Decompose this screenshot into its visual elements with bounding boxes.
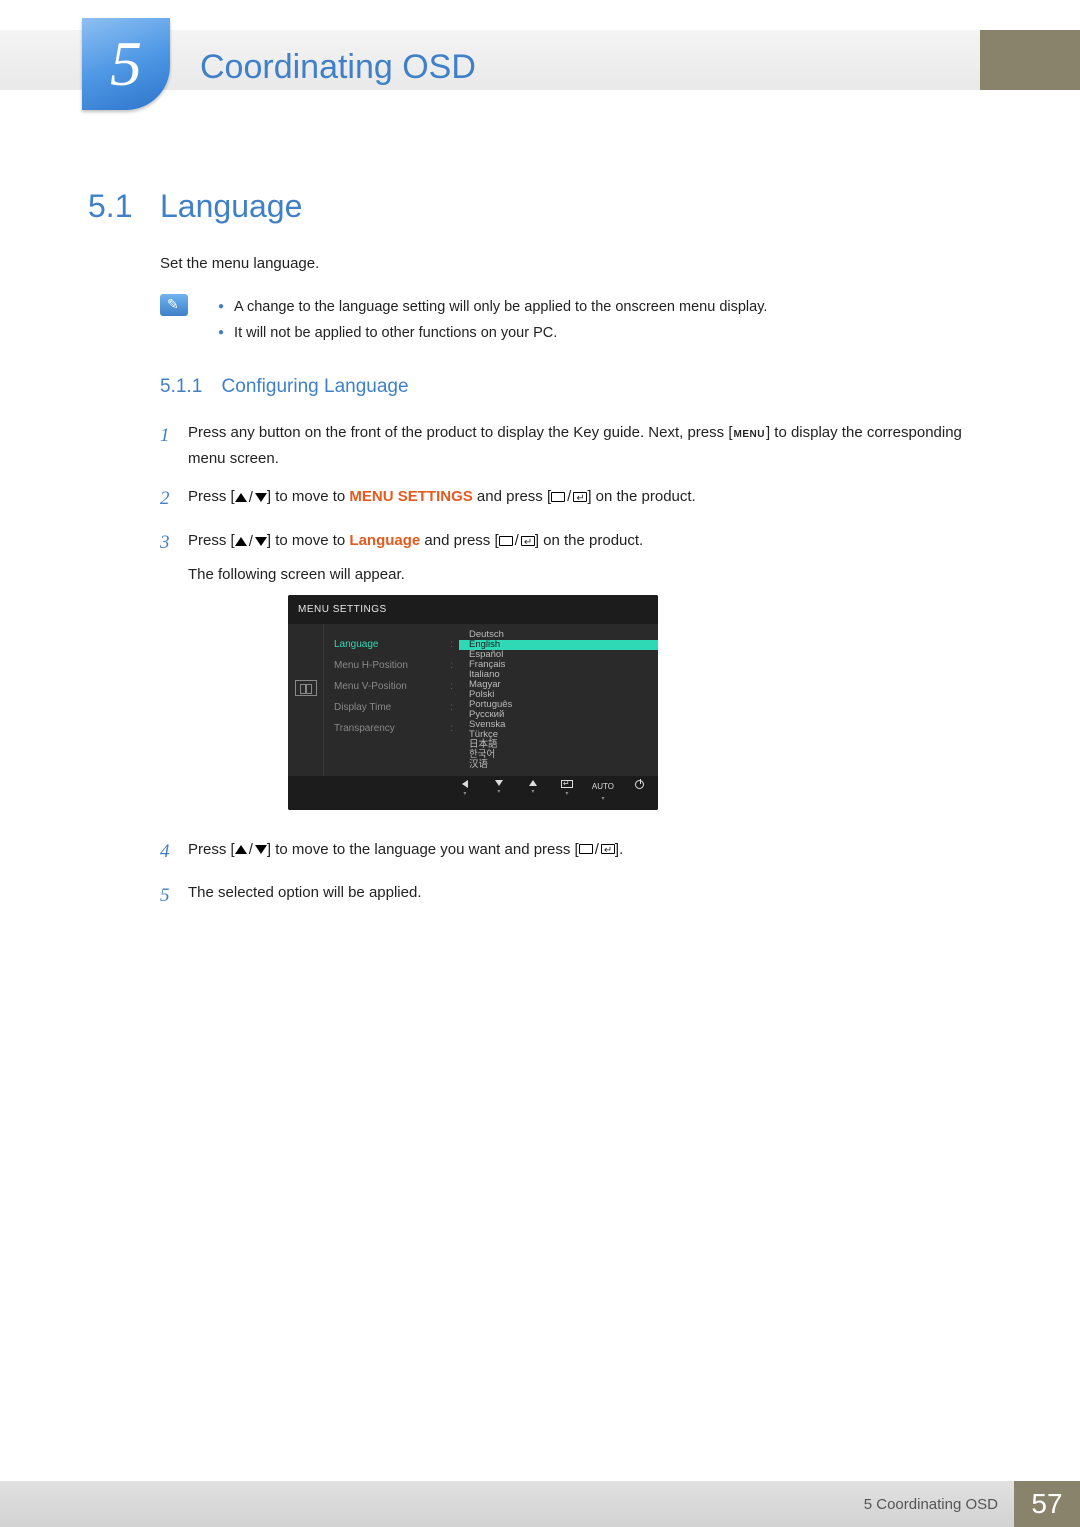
note-block: ●A change to the language setting will o… [160, 294, 992, 346]
note-item: ●A change to the language setting will o… [218, 294, 767, 320]
source-enter-icon: / [499, 528, 535, 554]
osd-footer-auto: AUTO▾ [592, 780, 614, 805]
note-list: ●A change to the language setting will o… [218, 294, 767, 346]
step-2: 2 Press [/] to move to MENU SETTINGS and… [160, 483, 992, 515]
step-5: 5 The selected option will be applied. [160, 880, 992, 912]
osd-menu-item: Display Time: [334, 697, 453, 718]
step-number: 4 [160, 836, 188, 868]
chapter-title: Coordinating OSD [200, 48, 476, 87]
step-number: 2 [160, 483, 188, 515]
step-text: ] to move to [267, 488, 350, 505]
section-heading: 5.1 Language [88, 188, 992, 225]
up-down-icon: / [235, 485, 267, 511]
step-3: 3 Press [/] to move to Language and pres… [160, 527, 992, 823]
step-number: 5 [160, 880, 188, 912]
step-text: ] on the product. [587, 488, 695, 505]
source-enter-icon: / [579, 837, 615, 863]
step-number: 3 [160, 527, 188, 823]
source-enter-icon: / [551, 484, 587, 510]
up-down-icon: / [235, 529, 267, 555]
osd-language-list: DeutschEnglishEspañolFrançaisItalianoMag… [459, 624, 658, 776]
osd-menu-items: Language:Menu H-Position:Menu V-Position… [324, 624, 459, 776]
section-title: Language [160, 188, 302, 225]
footer-page-number: 57 [1014, 1481, 1080, 1527]
step-1: 1 Press any button on the front of the p… [160, 420, 992, 471]
step-body: Press [/] to move to the language you wa… [188, 836, 992, 868]
osd-menu-item: Transparency: [334, 718, 453, 739]
step-4: 4 Press [/] to move to the language you … [160, 836, 992, 868]
step-text: The following screen will appear. [188, 562, 992, 588]
up-down-icon: / [235, 837, 267, 863]
page-footer: 5 Coordinating OSD 57 [0, 1481, 1080, 1527]
osd-footer: ▾ ▾ ▾ ▾ AUTO▾ [288, 776, 658, 810]
osd-menu-item-label: Language [334, 636, 379, 653]
chapter-number: 5 [110, 27, 142, 101]
osd-footer-auto-label: AUTO [592, 780, 614, 794]
subsection-number: 5.1.1 [160, 376, 202, 397]
language-keyword: Language [349, 532, 420, 549]
section-number: 5.1 [88, 188, 160, 225]
osd-footer-down-icon: ▾ [490, 780, 508, 805]
menu-keyword: MENU [732, 429, 765, 440]
steps-list: 1 Press any button on the front of the p… [160, 420, 992, 912]
step-text: and press [ [473, 488, 551, 505]
osd-footer-enter-icon: ▾ [558, 780, 576, 805]
osd-menu-item: Language: [334, 634, 453, 655]
section-intro: Set the menu language. [160, 255, 992, 272]
osd-menu-item-label: Display Time [334, 699, 391, 716]
osd-menu-item-label: Menu V-Position [334, 678, 407, 695]
osd-header: MENU SETTINGS [288, 595, 658, 624]
step-body: The selected option will be applied. [188, 880, 992, 912]
step-body: Press [/] to move to MENU SETTINGS and p… [188, 483, 992, 515]
chapter-number-badge: 5 [82, 18, 170, 110]
osd-footer-power-icon [630, 780, 648, 805]
page-content: 5.1 Language Set the menu language. ●A c… [88, 188, 992, 924]
osd-menu-item: Menu V-Position: [334, 676, 453, 697]
step-body: Press [/] to move to Language and press … [188, 527, 992, 823]
step-text: and press [ [420, 532, 498, 549]
osd-menu-item-colon: : [450, 699, 453, 716]
step-body: Press any button on the front of the pro… [188, 420, 992, 471]
osd-body: Language:Menu H-Position:Menu V-Position… [288, 624, 658, 776]
osd-menu-item-colon: : [450, 636, 453, 653]
osd-menu-item-colon: : [450, 678, 453, 695]
step-number: 1 [160, 420, 188, 471]
step-text: Press [ [188, 840, 235, 857]
menu-settings-keyword: MENU SETTINGS [349, 488, 472, 505]
osd-footer-back-icon: ▾ [456, 780, 474, 805]
note-item: ●It will not be applied to other functio… [218, 320, 767, 346]
subsection-heading: 5.1.1 Configuring Language [160, 376, 992, 398]
note-icon [160, 294, 200, 346]
step-text: Press any button on the front of the pro… [188, 424, 732, 441]
osd-menu-item: Menu H-Position: [334, 655, 453, 676]
step-text: Press [ [188, 532, 235, 549]
osd-language-option: 汉语 [459, 760, 658, 770]
osd-panel: MENU SETTINGS Language:Menu H-Position:M… [288, 595, 658, 809]
subsection-title: Configuring Language [222, 376, 409, 397]
step-text: Press [ [188, 488, 235, 505]
note-text: It will not be applied to other function… [234, 325, 557, 341]
osd-menu-item-label: Transparency [334, 720, 395, 737]
step-text: ] to move to [267, 532, 350, 549]
osd-side-icon-column [288, 624, 324, 776]
osd-side-icon [295, 680, 317, 696]
header-accent [980, 30, 1080, 90]
osd-menu-item-colon: : [450, 657, 453, 674]
step-text: ] to move to the language you want and p… [267, 840, 579, 857]
osd-language-option: 한국어 [459, 750, 658, 760]
step-text: ] on the product. [535, 532, 643, 549]
osd-menu-item-colon: : [450, 720, 453, 737]
note-text: A change to the language setting will on… [234, 299, 767, 315]
osd-footer-up-icon: ▾ [524, 780, 542, 805]
osd-screenshot: MENU SETTINGS Language:Menu H-Position:M… [288, 595, 992, 809]
osd-menu-item-label: Menu H-Position [334, 657, 408, 674]
step-text: ]. [615, 840, 623, 857]
footer-chapter-ref: 5 Coordinating OSD [0, 1481, 1014, 1527]
